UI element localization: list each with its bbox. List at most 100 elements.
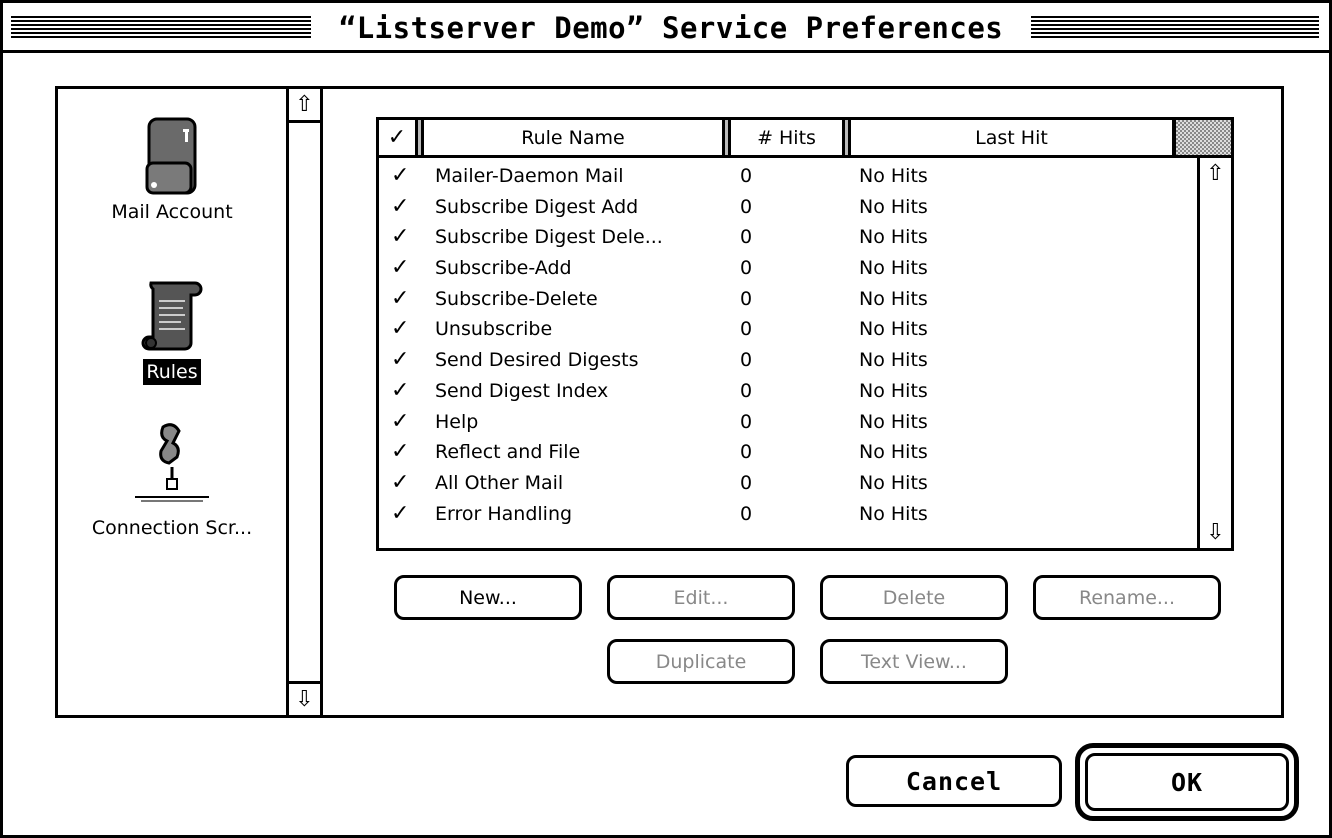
column-divider[interactable] (842, 120, 851, 155)
title-bar-stripes-right (1031, 16, 1319, 40)
table-row[interactable]: ✓ Send Desired Digests 0 No Hits (379, 345, 1199, 376)
column-header-last-hit[interactable]: Last Hit (851, 120, 1175, 155)
edit-rule-button[interactable]: Edit... (607, 575, 795, 620)
rule-name: Unsubscribe (435, 318, 553, 341)
rule-last-hit: No Hits (859, 318, 928, 341)
rename-rule-button[interactable]: Rename... (1033, 575, 1221, 620)
rule-name: Subscribe Digest Add (435, 195, 639, 218)
rule-name: All Other Mail (435, 471, 564, 494)
content-panel: Mail Account Rules Connection Scr... ⇧ ⇩… (55, 86, 1284, 718)
checkmark-icon[interactable]: ✓ (391, 437, 417, 467)
scroll-down-arrow-icon[interactable]: ⇩ (1200, 517, 1231, 548)
button-label: OK (1170, 767, 1204, 797)
cancel-button[interactable]: Cancel (846, 755, 1062, 807)
rule-hits: 0 (740, 195, 753, 218)
rule-name: Reflect and File (435, 441, 581, 464)
column-divider[interactable] (415, 120, 424, 155)
rule-last-hit: No Hits (859, 195, 928, 218)
button-label: Edit... (673, 586, 729, 609)
rule-last-hit: No Hits (859, 287, 928, 310)
column-divider[interactable] (722, 120, 731, 155)
rule-name: Subscribe-Delete (435, 287, 598, 310)
scroll-up-arrow-icon[interactable]: ⇧ (289, 89, 320, 123)
scroll-up-arrow-icon[interactable]: ⇧ (1200, 158, 1231, 189)
rule-name: Subscribe Digest Dele... (435, 226, 663, 249)
scroll-down-arrow-icon[interactable]: ⇩ (289, 681, 320, 715)
button-label: Cancel (905, 766, 1003, 796)
checkmark-icon[interactable]: ✓ (391, 345, 417, 375)
sidebar-scrollbar[interactable]: ⇧ ⇩ (286, 89, 323, 715)
rule-last-hit: No Hits (859, 502, 928, 525)
rules-table: ✓ Rule Name # Hits Last Hit ✓ Mailer-Daem… (376, 117, 1234, 551)
sidebar-item-label: Connection Scr... (91, 517, 253, 539)
button-label: Text View... (861, 650, 967, 673)
rule-last-hit: No Hits (859, 410, 928, 433)
checkmark-icon[interactable]: ✓ (391, 222, 417, 252)
checkmark-icon[interactable]: ✓ (391, 284, 417, 314)
table-row[interactable]: ✓ Subscribe Digest Dele... 0 No Hits (379, 222, 1199, 253)
rule-last-hit: No Hits (859, 349, 928, 372)
table-row[interactable]: ✓ Subscribe-Delete 0 No Hits (379, 284, 1199, 315)
window-title: “Listserver Demo” Service Preferences (311, 7, 1031, 49)
checkmark-icon[interactable]: ✓ (391, 468, 417, 498)
rule-name: Mailer-Daemon Mail (435, 165, 624, 187)
rule-name: Help (435, 410, 479, 433)
checkmark-icon[interactable]: ✓ (391, 253, 417, 283)
column-header-rule-name[interactable]: Rule Name (424, 120, 722, 155)
checkmark-icon[interactable]: ✓ (391, 376, 417, 406)
connection-script-icon (58, 419, 286, 515)
table-header: ✓ Rule Name # Hits Last Hit (379, 120, 1231, 158)
checkmark-icon[interactable]: ✓ (391, 499, 417, 529)
rules-scroll-icon (58, 275, 286, 359)
duplicate-rule-button[interactable]: Duplicate (607, 639, 795, 684)
table-row[interactable]: ✓ Subscribe-Add 0 No Hits (379, 253, 1199, 284)
category-list: Mail Account Rules Connection Scr... (58, 89, 286, 715)
table-row[interactable]: ✓ Help 0 No Hits (379, 407, 1199, 438)
table-row[interactable]: ✓ Error Handling 0 No Hits (379, 499, 1199, 530)
rule-name: Subscribe-Add (435, 257, 572, 280)
rule-hits: 0 (740, 379, 753, 402)
column-header-hits[interactable]: # Hits (731, 120, 842, 155)
table-row[interactable]: ✓ Reflect and File 0 No Hits (379, 437, 1199, 468)
ok-button[interactable]: OK (1085, 753, 1289, 811)
delete-rule-button[interactable]: Delete (820, 575, 1008, 620)
rule-hits: 0 (740, 471, 753, 494)
rule-last-hit: No Hits (859, 379, 928, 402)
rule-name: Send Digest Index (435, 379, 609, 402)
header-corner (1173, 120, 1231, 155)
table-row[interactable]: ✓ Unsubscribe 0 No Hits (379, 314, 1199, 345)
table-scrollbar[interactable]: ⇧ ⇩ (1197, 158, 1231, 548)
preferences-window: “Listserver Demo” Service Preferences Ma… (0, 0, 1332, 838)
rule-hits: 0 (740, 226, 753, 249)
sidebar-item-rules[interactable]: Rules (58, 275, 286, 385)
checkmark-icon[interactable]: ✓ (391, 314, 417, 344)
checkmark-icon[interactable]: ✓ (391, 407, 417, 437)
button-label: New... (459, 586, 517, 609)
table-row[interactable]: ✓ Mailer-Daemon Mail 0 No Hits (379, 161, 1199, 192)
rule-hits: 0 (740, 165, 753, 187)
checkmark-icon[interactable]: ✓ (391, 161, 417, 191)
rule-hits: 0 (740, 257, 753, 280)
sidebar-item-label: Rules (143, 359, 201, 385)
checkmark-icon[interactable]: ✓ (391, 192, 417, 222)
rule-hits: 0 (740, 287, 753, 310)
column-header-enabled[interactable]: ✓ (379, 120, 415, 155)
rule-last-hit: No Hits (859, 441, 928, 464)
table-row[interactable]: ✓ Subscribe Digest Add 0 No Hits (379, 192, 1199, 223)
rule-last-hit: No Hits (859, 226, 928, 249)
sidebar-item-connection-script[interactable]: Connection Scr... (58, 419, 286, 541)
table-row[interactable]: ✓ Send Digest Index 0 No Hits (379, 376, 1199, 407)
new-rule-button[interactable]: New... (394, 575, 582, 620)
rule-hits: 0 (740, 349, 753, 372)
table-row[interactable]: ✓ All Other Mail 0 No Hits (379, 468, 1199, 499)
sidebar-item-label: Mail Account (111, 201, 233, 223)
text-view-button[interactable]: Text View... (820, 639, 1008, 684)
title-bar[interactable]: “Listserver Demo” Service Preferences (3, 3, 1329, 53)
mail-account-icon (58, 115, 286, 199)
rule-name: Error Handling (435, 502, 573, 525)
sidebar-item-mail-account[interactable]: Mail Account (58, 115, 286, 225)
rules-list: ✓ Mailer-Daemon Mail 0 No Hits ✓ Subscribe D… (379, 161, 1199, 548)
title-bar-stripes-left (11, 16, 311, 40)
rule-last-hit: No Hits (859, 165, 928, 187)
rule-last-hit: No Hits (859, 257, 928, 280)
